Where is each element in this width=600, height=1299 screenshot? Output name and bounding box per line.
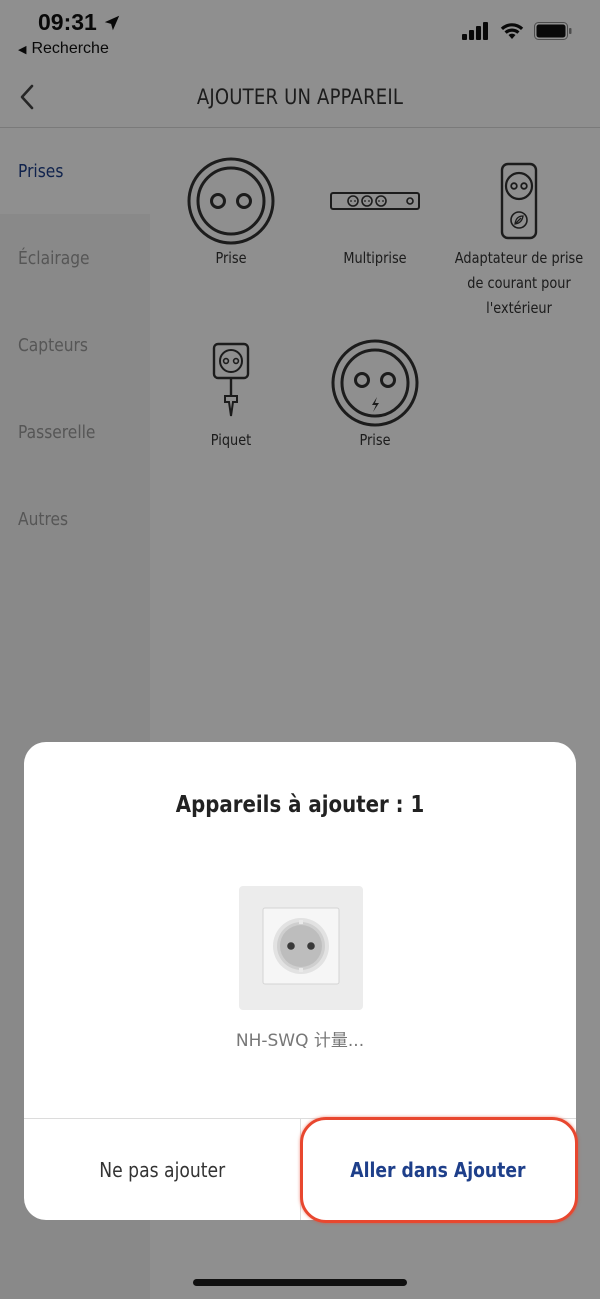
device-name: NH-SWQ 计量... — [235, 1031, 365, 1051]
go-to-add-label: Aller dans Ajouter — [350, 1157, 526, 1182]
dialog-title: Appareils à ajouter : 1 — [175, 792, 425, 818]
device-thumbnail — [239, 886, 363, 1010]
do-not-add-button[interactable]: Ne pas ajouter — [24, 1119, 300, 1220]
home-indicator[interactable] — [193, 1279, 407, 1286]
add-devices-dialog: Appareils à ajouter : 1 NH-SWQ 计量... Ne … — [24, 742, 576, 1220]
do-not-add-label: Ne pas ajouter — [99, 1157, 225, 1182]
go-to-add-button[interactable]: Aller dans Ajouter — [300, 1119, 576, 1220]
wall-socket-icon — [262, 907, 340, 985]
